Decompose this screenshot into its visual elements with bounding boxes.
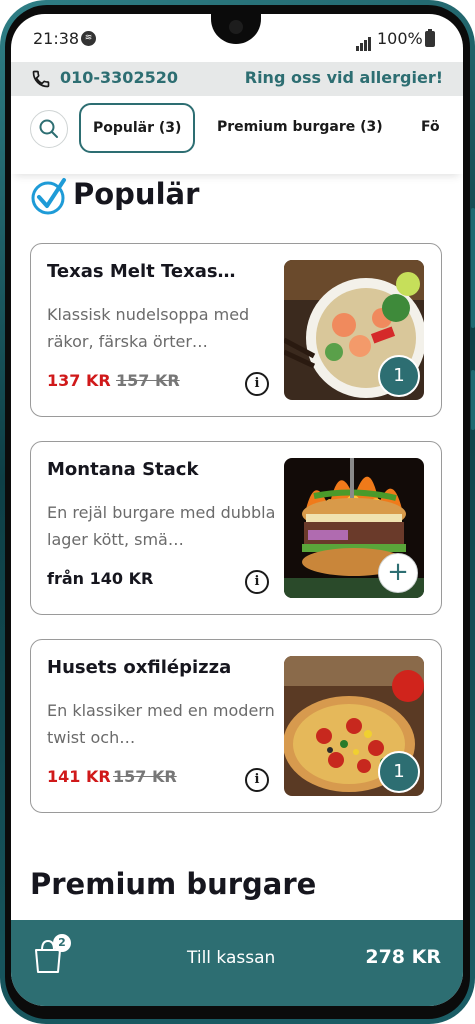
checkout-bar[interactable]: 2 Till kassan 278 KR xyxy=(11,920,463,1006)
cart-total: 278 KR xyxy=(365,946,441,968)
add-to-cart-plus-icon[interactable]: + xyxy=(378,553,418,593)
section-title-premium-burgers: Premium burgare xyxy=(30,867,317,901)
product-name: Montana Stack xyxy=(47,459,199,480)
tab-more[interactable]: Fö xyxy=(421,103,440,151)
status-time: 21:38 xyxy=(33,29,80,48)
status-bar: 21:38 ≋ 100% xyxy=(11,14,463,62)
checkout-button[interactable]: Till kassan xyxy=(187,948,275,968)
cart-count-badge: 2 xyxy=(53,934,71,952)
signal-icon xyxy=(356,32,372,51)
section-title: Populär xyxy=(73,177,200,211)
info-icon[interactable]: i xyxy=(245,372,269,396)
product-name: Husets oxfilépizza xyxy=(47,657,232,678)
product-description: En rejäl burgare med dubbla lager kött, … xyxy=(47,503,276,549)
product-old-price: 157 KR xyxy=(116,371,180,390)
product-price: från 140 KR xyxy=(47,569,154,588)
product-old-price: 157 KR xyxy=(113,767,177,786)
product-card[interactable]: Husets oxfilépizza En klassiker med en m… xyxy=(30,639,442,813)
tab-popular[interactable]: Populär (3) xyxy=(79,103,196,153)
camera-icon xyxy=(229,20,243,34)
camera-notch xyxy=(211,14,261,44)
category-tabs: Populär (3) Premium burgare (3) Fö xyxy=(11,96,463,174)
search-icon xyxy=(39,119,58,138)
contact-bar: 010-3302520 Ring oss vid allergier! xyxy=(11,62,463,96)
search-button[interactable] xyxy=(30,110,68,148)
info-icon[interactable]: i xyxy=(245,570,269,594)
cart-quantity-badge[interactable]: 1 xyxy=(378,355,420,397)
phone-frame: 21:38 ≋ 100% 010-3302520 Ring oss vid al… xyxy=(0,0,475,1024)
battery-percent: 100% xyxy=(377,29,423,48)
phone-icon[interactable] xyxy=(31,69,51,93)
volume-button xyxy=(471,208,475,328)
checkmark-logo-icon xyxy=(31,178,66,215)
battery-icon xyxy=(425,29,435,47)
product-description: En klassiker med en modern twist och… xyxy=(47,701,275,747)
product-description: Klassisk nudelsoppa med räkor, färska ör… xyxy=(47,305,250,351)
info-icon[interactable]: i xyxy=(245,768,269,792)
app-screen: 21:38 ≋ 100% 010-3302520 Ring oss vid al… xyxy=(11,14,463,1006)
product-price: 137 KR xyxy=(47,371,111,390)
tab-premium-burgers[interactable]: Premium burgare (3) xyxy=(217,103,383,151)
spotify-icon: ≋ xyxy=(81,31,96,46)
product-card[interactable]: Texas Melt Texas… Klassisk nudelsoppa me… xyxy=(30,243,442,417)
power-button xyxy=(471,370,475,430)
product-price: 141 KR xyxy=(47,767,111,786)
product-card[interactable]: Montana Stack En rejäl burgare med dubbl… xyxy=(30,441,442,615)
allergy-notice: Ring oss vid allergier! xyxy=(244,68,443,87)
product-name: Texas Melt Texas… xyxy=(47,261,236,282)
cart-quantity-badge[interactable]: 1 xyxy=(378,751,420,793)
phone-number-link[interactable]: 010-3302520 xyxy=(60,68,178,87)
